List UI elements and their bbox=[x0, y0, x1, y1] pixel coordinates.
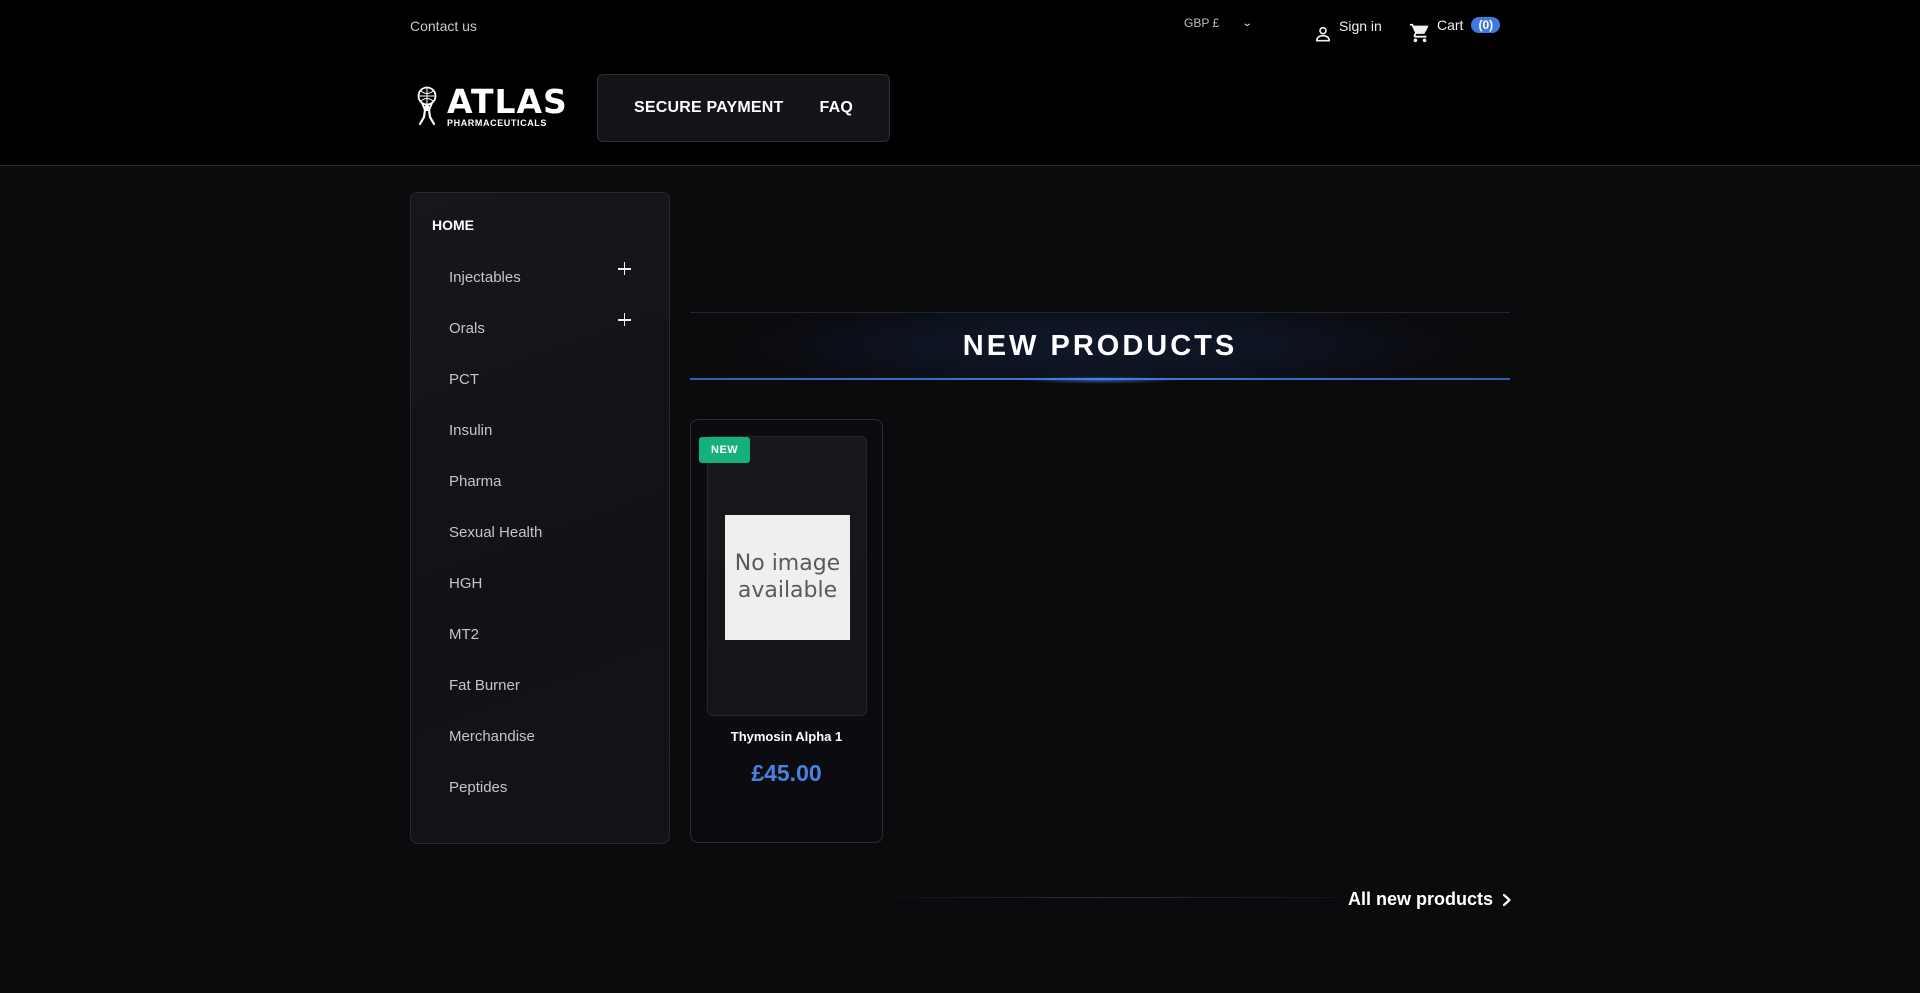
expand-plus-icon[interactable] bbox=[613, 258, 635, 280]
currency-value: GBP £ bbox=[1184, 16, 1220, 30]
chevron-down-icon: ⌄ bbox=[1241, 17, 1253, 29]
product-price: £45.00 bbox=[751, 760, 822, 786]
sign-in-link[interactable]: Sign in bbox=[1313, 18, 1382, 44]
nav-secure-payment[interactable]: SECURE PAYMENT bbox=[634, 99, 784, 117]
sidebar-item-fat-burner[interactable]: Fat Burner bbox=[411, 660, 669, 711]
sidebar-item-label: Sexual Health bbox=[449, 524, 543, 541]
shopping-cart-icon bbox=[1409, 23, 1429, 43]
sign-in-label: Sign in bbox=[1339, 18, 1382, 34]
section-divider bbox=[860, 897, 1340, 898]
main-navigation: SECURE PAYMENT FAQ bbox=[597, 74, 890, 142]
all-new-products-label: All new products bbox=[1348, 889, 1494, 909]
user-icon bbox=[1315, 26, 1331, 42]
section-title: NEW PRODUCTS bbox=[962, 329, 1238, 362]
sidebar-item-label: HGH bbox=[449, 575, 483, 592]
sidebar-item-injectables[interactable]: Injectables bbox=[411, 252, 669, 303]
logo-title: ATLAS bbox=[447, 81, 568, 121]
expand-plus-icon[interactable] bbox=[613, 309, 635, 331]
title-underline-glow bbox=[1020, 376, 1180, 384]
no-image-text-line2: available bbox=[737, 577, 838, 603]
new-badge: NEW bbox=[699, 437, 751, 463]
sidebar-item-label: Pharma bbox=[449, 473, 502, 490]
sidebar-item-label: PCT bbox=[449, 371, 479, 388]
no-image-placeholder: No image available bbox=[725, 515, 850, 640]
product-thumbnail[interactable]: No image available bbox=[707, 436, 867, 716]
sidebar-item-sexual-health[interactable]: Sexual Health bbox=[411, 507, 669, 558]
sidebar-item-peptides[interactable]: Peptides bbox=[411, 762, 669, 813]
sidebar-item-label: Peptides bbox=[449, 779, 508, 796]
sidebar-item-pct[interactable]: PCT bbox=[411, 354, 669, 405]
sidebar-item-orals[interactable]: Orals bbox=[411, 303, 669, 354]
no-image-text-line1: No image bbox=[734, 551, 841, 577]
currency-selector[interactable]: GBP £ ⌄ bbox=[1184, 16, 1253, 30]
logo-subtitle: PHARMACEUTICALS bbox=[447, 117, 547, 128]
sidebar-item-label: Fat Burner bbox=[449, 677, 520, 694]
site-header: Contact us GBP £ ⌄ Sign in Cart (0) ATLA… bbox=[0, 0, 1920, 166]
cart-label: Cart bbox=[1437, 17, 1464, 33]
logo-wordmark: ATLAS PHARMACEUTICALS bbox=[447, 85, 568, 128]
product-name[interactable]: Thymosin Alpha 1 bbox=[691, 729, 882, 744]
sidebar-item-insulin[interactable]: Insulin bbox=[411, 405, 669, 456]
sidebar-item-pharma[interactable]: Pharma bbox=[411, 456, 669, 507]
category-list: Injectables Orals PCT Insulin Pharma Sex… bbox=[411, 252, 669, 813]
chevron-right-icon bbox=[1502, 893, 1511, 906]
nav-faq[interactable]: FAQ bbox=[820, 99, 854, 117]
sidebar-home-link[interactable]: HOME bbox=[432, 217, 474, 233]
category-sidebar: HOME Injectables Orals PCT Insulin Pharm… bbox=[410, 192, 670, 844]
atlas-figure-icon bbox=[417, 86, 437, 126]
sidebar-item-label: Insulin bbox=[449, 422, 493, 439]
sidebar-item-label: Merchandise bbox=[449, 728, 535, 745]
sidebar-item-label: Orals bbox=[449, 320, 485, 337]
contact-us-link[interactable]: Contact us bbox=[410, 18, 477, 34]
sidebar-item-label: Injectables bbox=[449, 269, 521, 286]
sidebar-item-hgh[interactable]: HGH bbox=[411, 558, 669, 609]
sidebar-item-mt2[interactable]: MT2 bbox=[411, 609, 669, 660]
new-products-heading: NEW PRODUCTS bbox=[690, 312, 1510, 384]
sidebar-item-label: MT2 bbox=[449, 626, 479, 643]
cart-count-badge: (0) bbox=[1471, 17, 1501, 33]
site-logo[interactable]: ATLAS PHARMACEUTICALS bbox=[413, 84, 568, 128]
cart-link[interactable]: Cart (0) bbox=[1409, 17, 1501, 44]
all-new-products-link[interactable]: All new products bbox=[1348, 889, 1513, 910]
product-card[interactable]: No image available NEW Thymosin Alpha 1 … bbox=[690, 419, 883, 843]
sidebar-item-merchandise[interactable]: Merchandise bbox=[411, 711, 669, 762]
